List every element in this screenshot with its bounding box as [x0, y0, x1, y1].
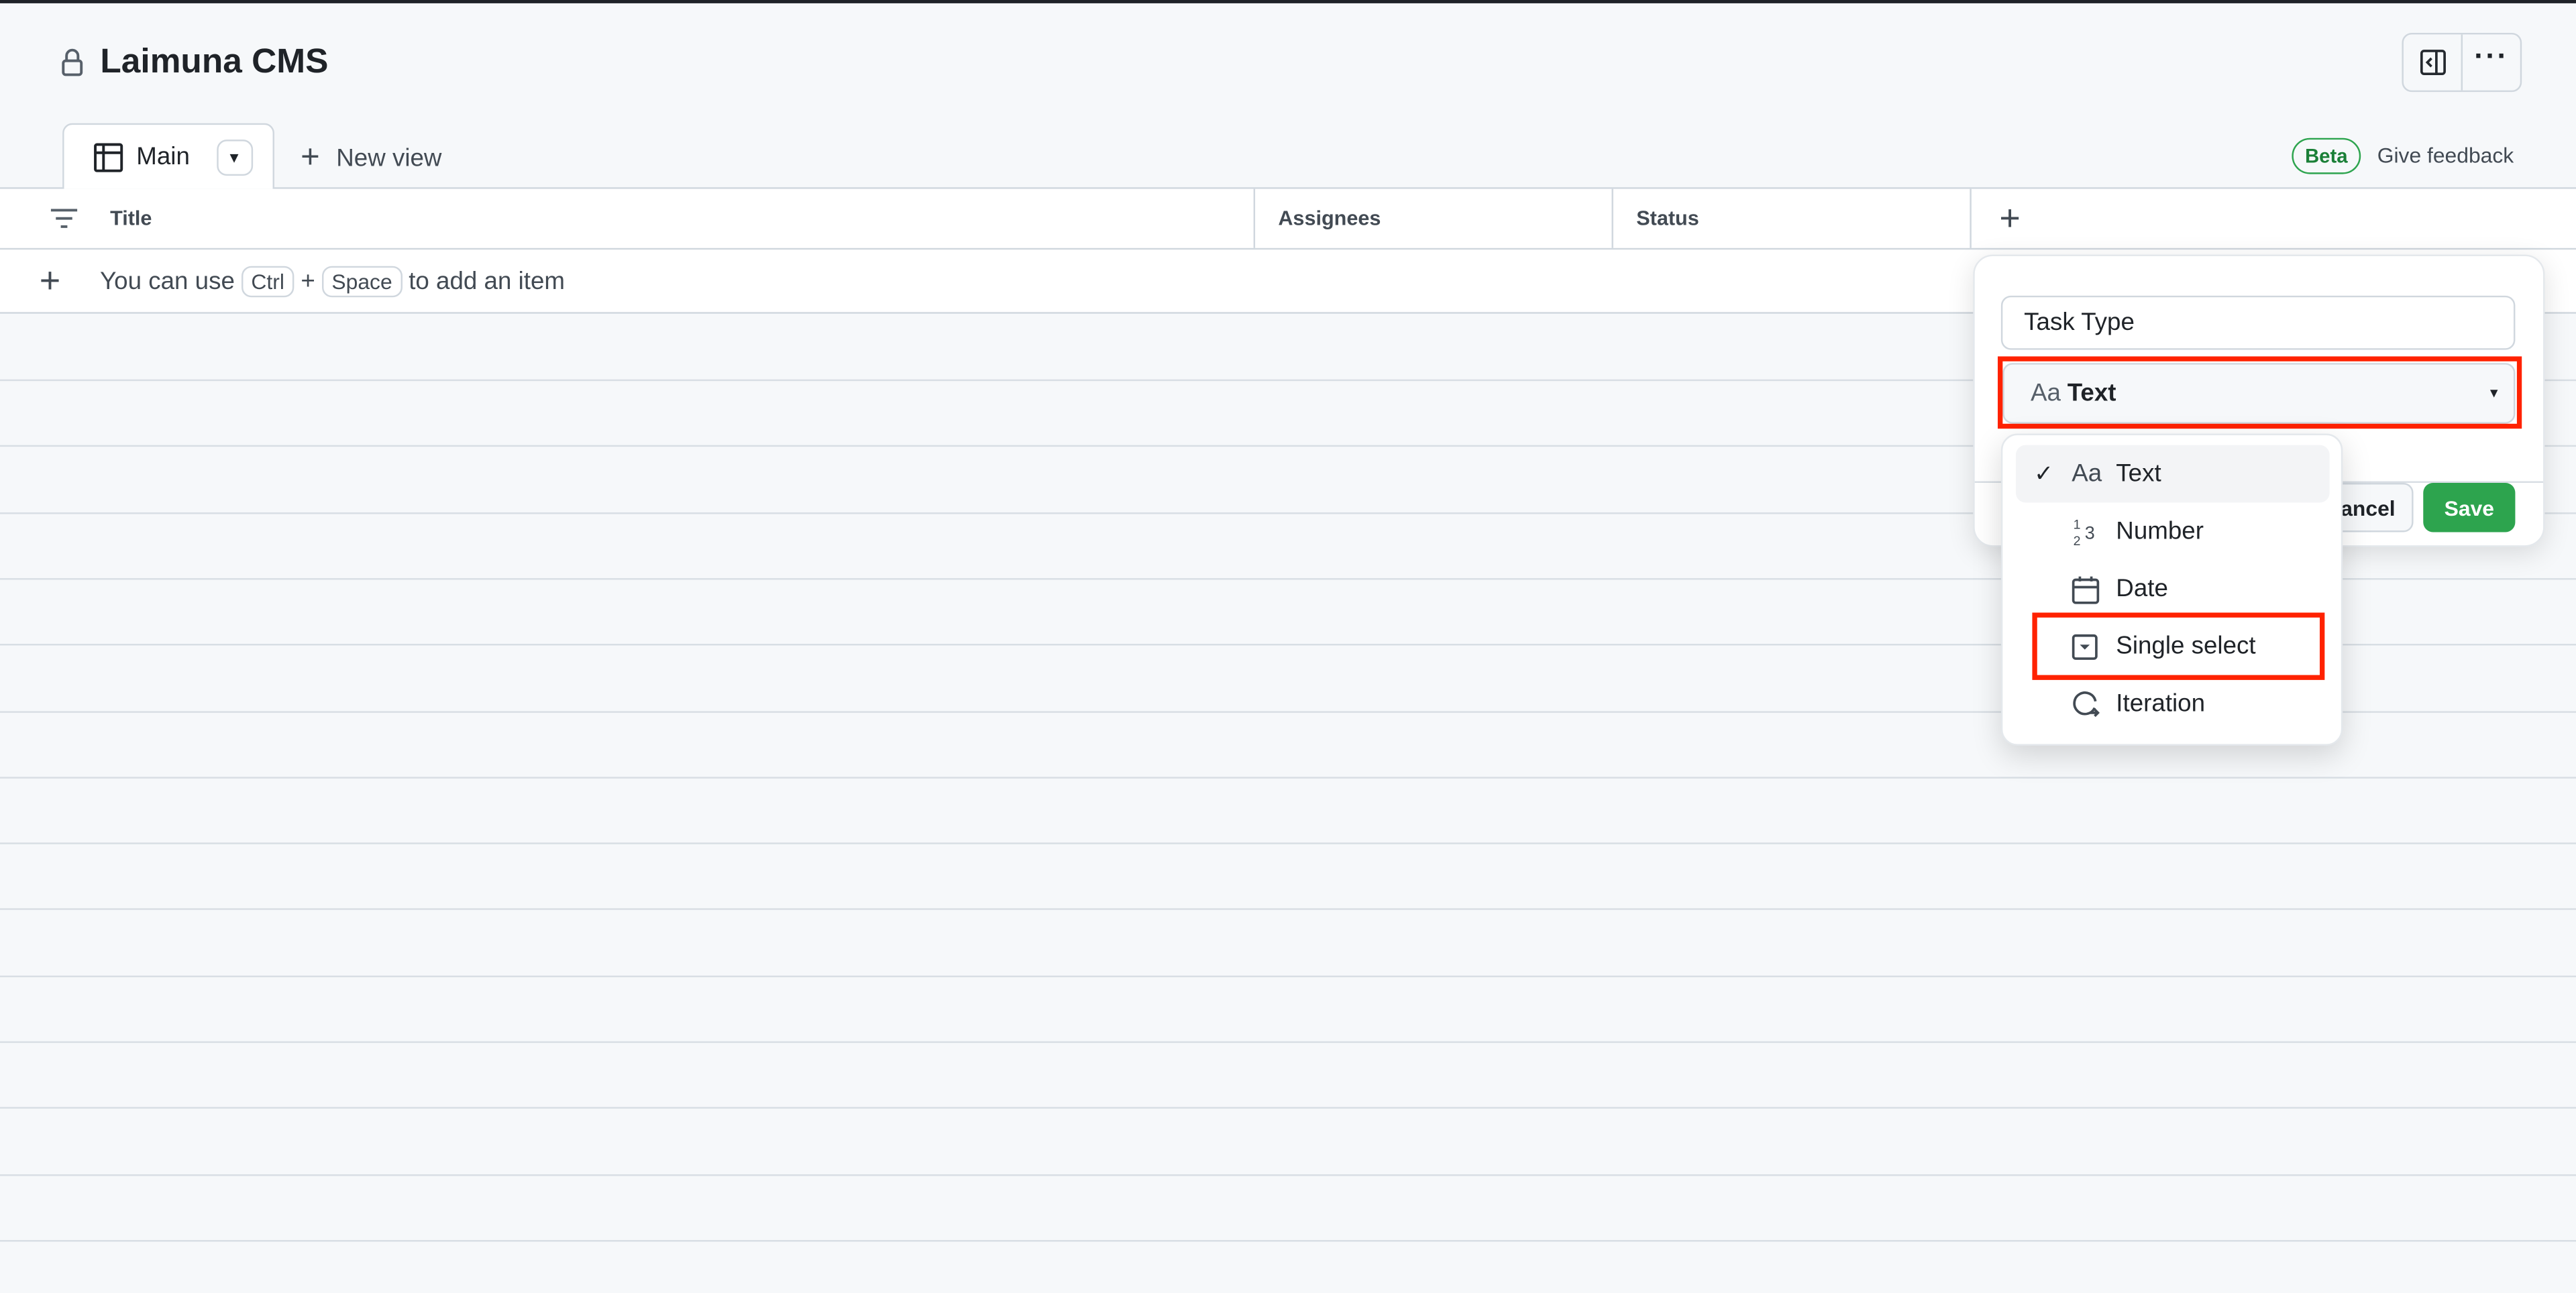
empty-row-divider [0, 1174, 2576, 1176]
menu-item-label: Date [2116, 575, 2168, 603]
plus-icon: + [301, 139, 320, 176]
column-title[interactable]: Title [0, 188, 1256, 248]
hint-text-suffix: to add an item [409, 266, 565, 295]
table-icon [94, 142, 123, 172]
menu-item-date[interactable]: Date [2016, 560, 2330, 618]
more-options-button[interactable]: ··· [2463, 34, 2520, 90]
plus-icon: + [1999, 196, 2021, 239]
menu-item-iteration[interactable]: Iteration [2016, 675, 2330, 733]
empty-row-divider [0, 974, 2576, 977]
header-actions: ··· [2402, 32, 2522, 93]
hint-plus: + [301, 266, 315, 295]
empty-row-divider [0, 1239, 2576, 1242]
empty-row-divider [0, 909, 2576, 911]
highlight-box [2032, 612, 2325, 680]
new-view-label: New view [336, 144, 442, 173]
menu-item-label: Iteration [2116, 689, 2206, 718]
kebab-icon: ··· [2474, 39, 2509, 72]
iteration-icon [2072, 689, 2116, 718]
text-aa-icon: Aa [2072, 459, 2102, 488]
highlight-box [1997, 356, 2522, 429]
tab-main[interactable]: Main ▼ [62, 123, 274, 189]
new-view-button[interactable]: + New view [301, 139, 441, 177]
empty-row-divider [0, 842, 2576, 845]
calendar-icon [2072, 574, 2116, 604]
window-top-border [0, 0, 2576, 3]
menu-item-label: Number [2116, 517, 2204, 546]
beta-badge: Beta [2292, 137, 2361, 174]
give-feedback-link[interactable]: Give feedback [2377, 143, 2514, 168]
tab-label: Main [136, 143, 190, 171]
kbd-space: Space [321, 265, 402, 297]
plus-icon: + [39, 259, 61, 301]
column-title-label: Title [110, 207, 152, 230]
sort-filter-icon [50, 209, 78, 228]
field-name-input[interactable] [2000, 295, 2516, 350]
svg-text:3: 3 [2085, 522, 2095, 542]
hint-text: You can use [100, 266, 235, 295]
toggle-sidepanel-button[interactable] [2404, 34, 2463, 91]
check-icon: ✓ [2034, 459, 2053, 486]
column-status[interactable]: Status [1613, 188, 1972, 248]
kbd-ctrl: Ctrl [241, 265, 294, 297]
number-icon: 1 23 [2072, 515, 2116, 548]
menu-item-text[interactable]: ✓ Aa Text [2015, 445, 2330, 503]
view-options-dropdown[interactable]: ▼ [216, 138, 252, 175]
menu-item-number[interactable]: 1 23 Number [2016, 502, 2330, 560]
svg-text:2: 2 [2074, 533, 2081, 548]
empty-row-divider [0, 1107, 2576, 1109]
empty-row-divider [0, 1041, 2576, 1044]
table-header: Title Assignees Status + [0, 187, 2576, 251]
menu-item-label: Text [2116, 459, 2161, 488]
empty-row-divider [0, 776, 2576, 779]
sidepanel-icon [2419, 50, 2445, 76]
lock-icon [61, 48, 84, 85]
save-button[interactable]: Save [2423, 483, 2516, 532]
svg-text:1: 1 [2074, 516, 2081, 531]
column-assignees[interactable]: Assignees [1255, 188, 1613, 248]
project-title: Laimuna CMS [100, 42, 329, 81]
add-field-button[interactable]: + [1972, 189, 2053, 248]
